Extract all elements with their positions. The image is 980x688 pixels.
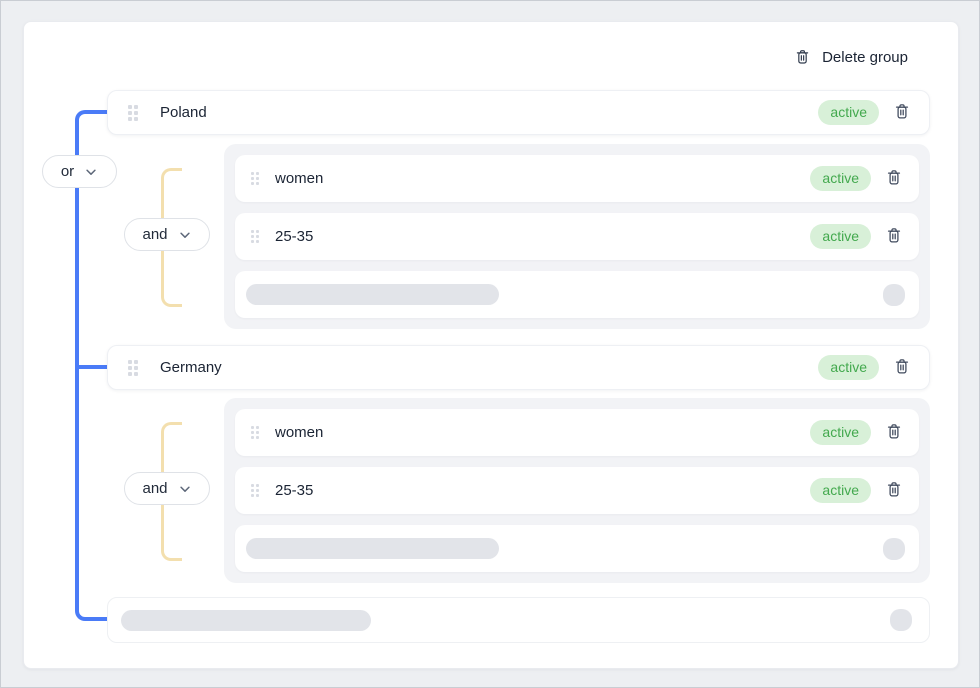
root-operator-select[interactable]: or <box>42 155 117 188</box>
page: Delete group or Poland active <box>0 0 980 688</box>
condition-row-women[interactable]: women active <box>235 155 919 202</box>
group-operator-value: and <box>142 226 167 243</box>
delete-group-label: Delete group <box>822 50 908 65</box>
trash-icon <box>885 422 903 444</box>
skeleton-text-placeholder <box>246 538 499 559</box>
or-connector-branch <box>79 365 107 369</box>
status-badge[interactable]: active <box>810 478 871 503</box>
drag-handle-icon[interactable] <box>251 230 259 243</box>
filter-builder-panel: Delete group or Poland active <box>23 21 959 669</box>
chevron-down-icon <box>84 164 98 179</box>
delete-row-button[interactable] <box>893 102 911 124</box>
delete-row-button[interactable] <box>885 168 903 190</box>
condition-row-placeholder <box>235 271 919 318</box>
status-badge[interactable]: active <box>810 224 871 249</box>
chevron-down-icon <box>178 227 192 242</box>
group-operator-value: and <box>142 480 167 497</box>
drag-handle-icon[interactable] <box>128 360 138 376</box>
drag-handle-icon[interactable] <box>128 105 138 121</box>
group-row-placeholder <box>107 597 930 643</box>
drag-handle-icon[interactable] <box>251 172 259 185</box>
skeleton-action-placeholder <box>890 609 912 631</box>
group-children-panel: women active 25-35 <box>224 144 930 329</box>
trash-icon <box>794 48 811 66</box>
root-operator-value: or <box>61 163 74 180</box>
trash-icon <box>893 102 911 124</box>
delete-row-button[interactable] <box>885 480 903 502</box>
drag-handle-icon[interactable] <box>251 426 259 439</box>
group-row-poland[interactable]: Poland active <box>107 90 930 135</box>
condition-label: women <box>275 170 323 187</box>
status-badge[interactable]: active <box>810 420 871 445</box>
condition-label: 25-35 <box>275 228 313 245</box>
skeleton-text-placeholder <box>246 284 499 305</box>
trash-icon <box>885 168 903 190</box>
skeleton-action-placeholder <box>883 538 905 560</box>
skeleton-action-placeholder <box>883 284 905 306</box>
condition-row-age[interactable]: 25-35 active <box>235 213 919 260</box>
drag-handle-icon[interactable] <box>251 484 259 497</box>
group-row-germany[interactable]: Germany active <box>107 345 930 390</box>
condition-label: 25-35 <box>275 482 313 499</box>
skeleton-text-placeholder <box>121 610 371 631</box>
status-badge[interactable]: active <box>810 166 871 191</box>
delete-row-button[interactable] <box>885 422 903 444</box>
delete-row-button[interactable] <box>893 357 911 379</box>
condition-label: women <box>275 424 323 441</box>
group-label: Germany <box>160 359 222 376</box>
group-label: Poland <box>160 104 207 121</box>
delete-group-button[interactable]: Delete group <box>794 48 908 66</box>
condition-row-placeholder <box>235 525 919 572</box>
status-badge[interactable]: active <box>818 100 879 125</box>
trash-icon <box>885 480 903 502</box>
trash-icon <box>885 226 903 248</box>
group-children-panel: women active 25-35 <box>224 398 930 583</box>
group-operator-select[interactable]: and <box>124 218 210 251</box>
group-operator-select[interactable]: and <box>124 472 210 505</box>
trash-icon <box>893 357 911 379</box>
status-badge[interactable]: active <box>818 355 879 380</box>
condition-row-age[interactable]: 25-35 active <box>235 467 919 514</box>
chevron-down-icon <box>178 481 192 496</box>
condition-row-women[interactable]: women active <box>235 409 919 456</box>
delete-row-button[interactable] <box>885 226 903 248</box>
